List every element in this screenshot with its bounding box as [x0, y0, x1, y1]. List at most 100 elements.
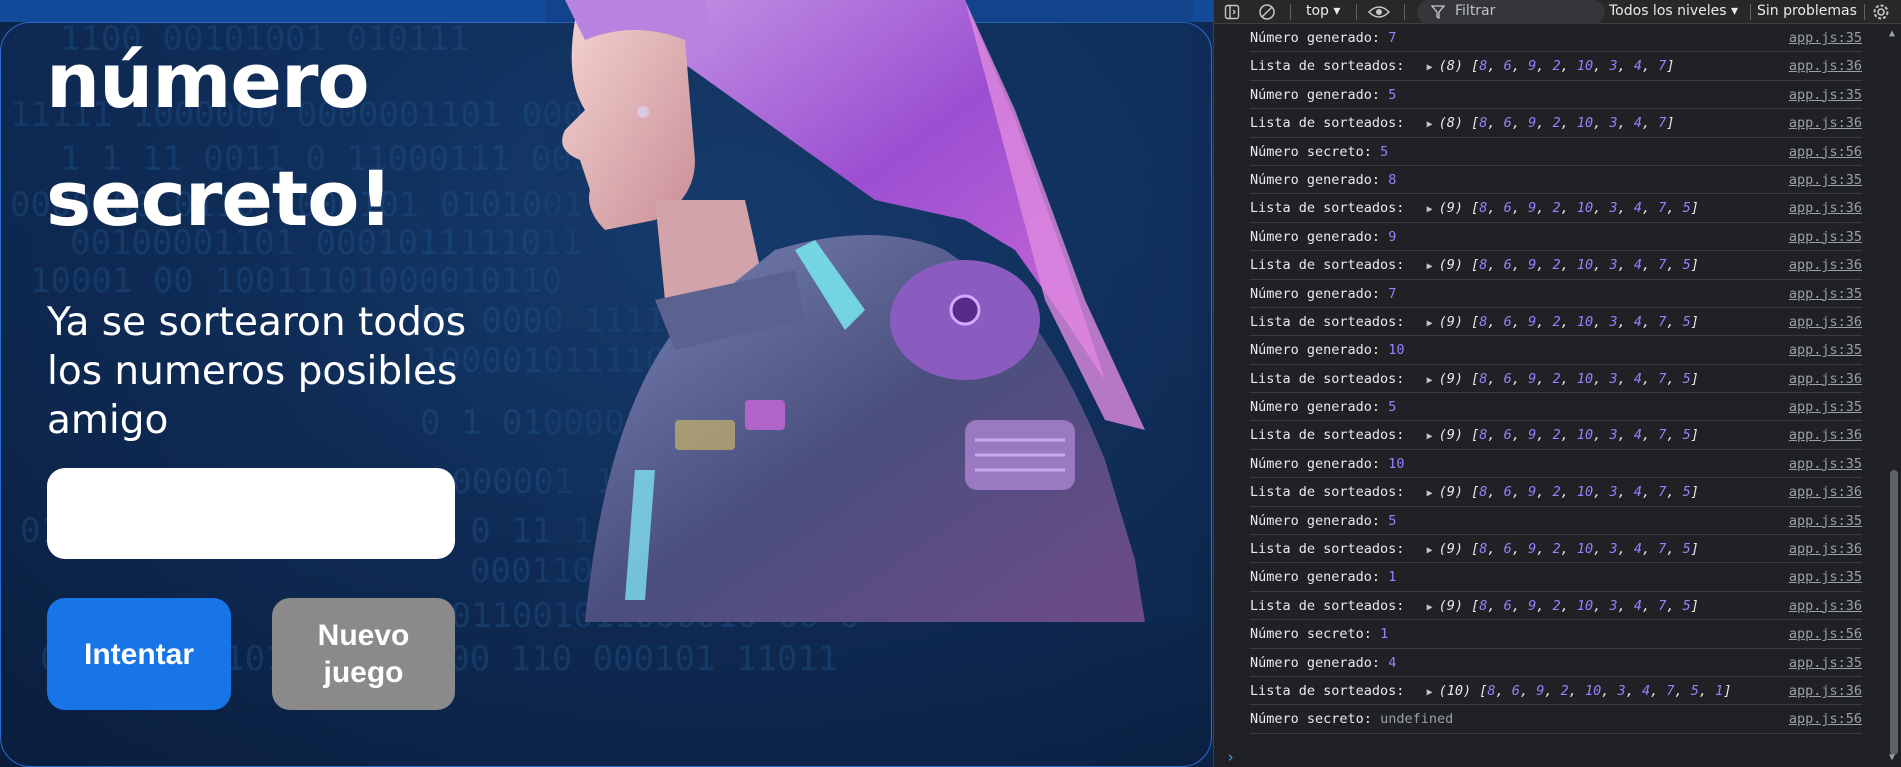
clear-console-icon[interactable] — [1258, 0, 1276, 24]
expand-triangle-icon[interactable]: ▶ — [1427, 687, 1433, 698]
log-array: (9) [8, 6, 9, 2, 10, 3, 4, 7, 5] — [1438, 484, 1699, 501]
log-label: Número generado: — [1250, 30, 1381, 46]
source-link[interactable]: app.js:36 — [1789, 677, 1862, 705]
source-link[interactable]: app.js:35 — [1789, 450, 1862, 478]
console-log-entry[interactable]: Número secreto: undefined app.js:56 — [1250, 705, 1862, 734]
source-link[interactable]: app.js:35 — [1789, 507, 1862, 535]
source-link[interactable]: app.js:36 — [1789, 251, 1862, 279]
console-log-entry[interactable]: Lista de sorteados: ▶ (10) [8, 6, 9, 2, 1… — [1250, 677, 1862, 706]
console-log-entry[interactable]: Lista de sorteados: ▶ (9) [8, 6, 9, 2, 10… — [1250, 251, 1862, 280]
expand-triangle-icon[interactable]: ▶ — [1427, 545, 1433, 556]
log-label: Número generado: — [1250, 455, 1381, 472]
guess-input[interactable] — [47, 468, 455, 559]
log-value: 7 — [1388, 285, 1397, 302]
source-link[interactable]: app.js:56 — [1789, 705, 1862, 733]
log-value: 5 — [1388, 512, 1397, 529]
console-log-entry[interactable]: Número generado: 7 app.js:35 — [1250, 24, 1862, 53]
source-link[interactable]: app.js:36 — [1789, 535, 1862, 563]
console-scrollbar[interactable]: ▲ ▼ — [1886, 24, 1901, 767]
expand-triangle-icon[interactable]: ▶ — [1427, 119, 1433, 130]
array-count: (9) — [1438, 370, 1463, 387]
issues-counter[interactable]: Sin problemas — [1757, 0, 1857, 24]
console-log-entry[interactable]: Lista de sorteados: ▶ (9) [8, 6, 9, 2, 10… — [1250, 592, 1862, 621]
console-log-entry[interactable]: Número generado: 10 app.js:35 — [1250, 336, 1862, 365]
console-log-entry[interactable]: Número generado: 5 app.js:35 — [1250, 507, 1862, 536]
expand-triangle-icon[interactable]: ▶ — [1427, 375, 1433, 386]
source-link[interactable]: app.js:36 — [1789, 52, 1862, 80]
expand-triangle-icon[interactable]: ▶ — [1427, 204, 1433, 215]
expand-triangle-icon[interactable]: ▶ — [1427, 602, 1433, 613]
log-label: Lista de sorteados: — [1250, 484, 1405, 501]
source-link[interactable]: app.js:35 — [1789, 393, 1862, 421]
console-log-entry[interactable]: Número secreto: 5 app.js:56 — [1250, 138, 1862, 166]
console-log-entry[interactable]: Lista de sorteados: ▶ (8) [8, 6, 9, 2, 10… — [1250, 109, 1862, 138]
array-item: 9 — [1528, 427, 1537, 444]
log-array: (9) [8, 6, 9, 2, 10, 3, 4, 7, 5] — [1438, 200, 1699, 217]
console-log-entry[interactable]: Lista de sorteados: ▶ (9) [8, 6, 9, 2, 10… — [1250, 194, 1862, 223]
array-item: 6 — [1503, 115, 1512, 132]
console-log-entry[interactable]: Número generado: 5 app.js:35 — [1250, 393, 1862, 422]
new-game-button[interactable]: Nuevo juego — [272, 598, 455, 710]
settings-gear-icon[interactable] — [1872, 0, 1894, 24]
source-link[interactable]: app.js:35 — [1789, 280, 1862, 308]
array-item: 10 — [1585, 682, 1602, 699]
source-link[interactable]: app.js:36 — [1789, 308, 1862, 336]
array-item: 2 — [1552, 370, 1561, 387]
source-link[interactable]: app.js:36 — [1789, 365, 1862, 393]
console-log-entry[interactable]: Lista de sorteados: ▶ (9) [8, 6, 9, 2, 10… — [1250, 421, 1862, 450]
source-link[interactable]: app.js:35 — [1789, 649, 1862, 677]
source-link[interactable]: app.js:36 — [1789, 194, 1862, 222]
console-log-entry[interactable]: Número generado: 1 app.js:35 — [1250, 563, 1862, 592]
console-log-entry[interactable]: Lista de sorteados: ▶ (9) [8, 6, 9, 2, 10… — [1250, 308, 1862, 337]
source-link[interactable]: app.js:36 — [1789, 592, 1862, 620]
array-item: 2 — [1552, 427, 1561, 444]
expand-triangle-icon[interactable]: ▶ — [1427, 261, 1433, 272]
source-link[interactable]: app.js:35 — [1789, 24, 1862, 52]
console-log-entry[interactable]: Número generado: 4 app.js:35 — [1250, 649, 1862, 677]
log-array: (9) [8, 6, 9, 2, 10, 3, 4, 7, 5] — [1438, 370, 1699, 387]
console-prompt[interactable]: › — [1226, 748, 1235, 766]
source-link[interactable]: app.js:36 — [1789, 478, 1862, 506]
console-log-entry[interactable]: Lista de sorteados: ▶ (9) [8, 6, 9, 2, 10… — [1250, 535, 1862, 564]
source-link[interactable]: app.js:35 — [1789, 81, 1862, 109]
source-link[interactable]: app.js:35 — [1789, 563, 1862, 591]
console-log-entry[interactable]: Número generado: 5 app.js:35 — [1250, 81, 1862, 110]
source-link[interactable]: app.js:36 — [1789, 109, 1862, 137]
console-log-entry[interactable]: Número secreto: 1 app.js:56 — [1250, 620, 1862, 649]
array-item: 6 — [1503, 200, 1512, 217]
source-link[interactable]: app.js:35 — [1789, 166, 1862, 194]
scroll-down-arrow-icon[interactable]: ▼ — [1889, 752, 1895, 763]
toolbar-divider — [1864, 4, 1865, 20]
log-levels-dropdown[interactable]: Todos los niveles ▾ — [1609, 0, 1738, 24]
source-link[interactable]: app.js:35 — [1789, 223, 1862, 251]
console-log-entry[interactable]: Lista de sorteados: ▶ (9) [8, 6, 9, 2, 10… — [1250, 365, 1862, 394]
array-item: 5 — [1682, 370, 1691, 387]
expand-triangle-icon[interactable]: ▶ — [1427, 318, 1433, 329]
scrollbar-thumb[interactable] — [1890, 470, 1898, 755]
console-log-entry[interactable]: Lista de sorteados: ▶ (9) [8, 6, 9, 2, 10… — [1250, 478, 1862, 507]
array-item: 3 — [1609, 115, 1618, 132]
log-label: Número generado: — [1250, 86, 1381, 103]
source-link[interactable]: app.js:56 — [1789, 620, 1862, 648]
console-log-entry[interactable]: Número generado: 10 app.js:35 — [1250, 450, 1862, 479]
source-link[interactable]: app.js:35 — [1789, 336, 1862, 364]
live-expression-eye-icon[interactable] — [1367, 0, 1392, 24]
log-value: 8 — [1388, 171, 1397, 188]
console-log-entry[interactable]: Número generado: 7 app.js:35 — [1250, 280, 1862, 308]
filter-input[interactable]: Filtrar — [1417, 0, 1605, 24]
source-link[interactable]: app.js:56 — [1789, 138, 1862, 166]
expand-triangle-icon[interactable]: ▶ — [1427, 431, 1433, 442]
console-log-entry[interactable]: Número generado: 8 app.js:35 — [1250, 166, 1862, 195]
context-selector[interactable]: top ▾ — [1306, 0, 1340, 24]
expand-triangle-icon[interactable]: ▶ — [1427, 62, 1433, 73]
expand-triangle-icon[interactable]: ▶ — [1427, 488, 1433, 499]
console-log-entry[interactable]: Número generado: 9 app.js:35 — [1250, 223, 1862, 252]
source-link[interactable]: app.js:36 — [1789, 421, 1862, 449]
console-log-entry[interactable]: Lista de sorteados: ▶ (8) [8, 6, 9, 2, 10… — [1250, 52, 1862, 81]
array-item: 6 — [1503, 541, 1512, 558]
try-button[interactable]: Intentar — [47, 598, 231, 710]
scroll-up-arrow-icon[interactable]: ▲ — [1889, 28, 1895, 39]
array-item: 9 — [1528, 115, 1537, 132]
sidebar-toggle-icon[interactable] — [1224, 0, 1242, 24]
log-label: Lista de sorteados: — [1250, 257, 1405, 274]
